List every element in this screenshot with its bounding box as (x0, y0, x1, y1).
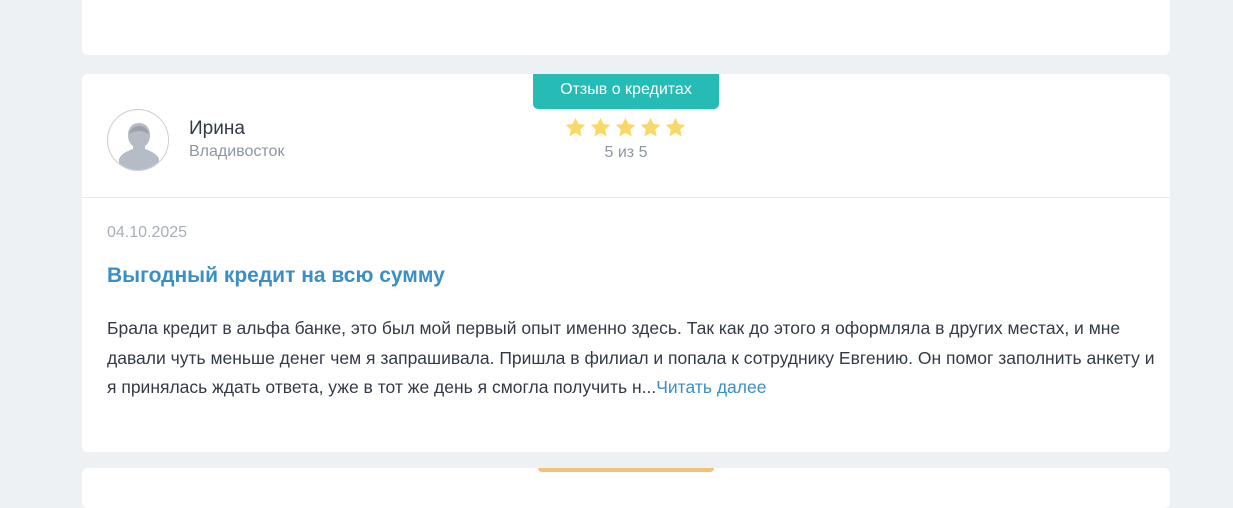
header-divider (82, 197, 1170, 198)
category-badge[interactable]: Отзыв о кредитах (533, 74, 719, 109)
review-body: Брала кредит в альфа банке, это был мой … (107, 314, 1157, 403)
rating-stars (564, 116, 688, 140)
star-icon (640, 117, 661, 137)
review-date: 04.10.2025 (107, 224, 188, 241)
author-city: Владивосток (189, 143, 285, 160)
author-name: Ирина (189, 118, 245, 139)
review-body-text: Брала кредит в альфа банке, это был мой … (107, 318, 1155, 397)
star-icon (665, 117, 686, 137)
review-title[interactable]: Выгодный кредит на всю сумму (107, 264, 445, 288)
star-icon (590, 117, 611, 137)
author-avatar (107, 109, 169, 171)
next-category-badge[interactable] (538, 468, 714, 472)
previous-review-card (82, 0, 1170, 55)
user-silhouette-icon (109, 111, 168, 170)
star-icon (565, 117, 586, 137)
read-more-link[interactable]: Читать далее (656, 377, 766, 397)
rating-text: 5 из 5 (604, 144, 648, 161)
next-review-card (82, 468, 1170, 508)
review-card: Отзыв о кредитах Ирина Владивосток 5 из … (82, 74, 1170, 452)
star-icon (615, 117, 636, 137)
